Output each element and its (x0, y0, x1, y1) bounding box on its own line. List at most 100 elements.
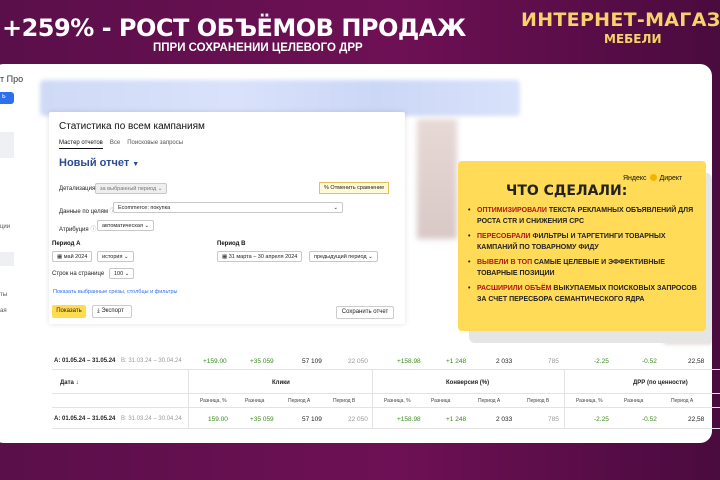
period-a-date-picker[interactable]: ▦ май 2024 (52, 251, 93, 262)
direct-label: Директ (659, 175, 683, 182)
summary-cell: +158.98 (397, 358, 421, 365)
row-cell: 785 (548, 416, 559, 423)
attribution-label-text: Атрибуция (59, 227, 89, 233)
goals-select[interactable]: Ecommerce: покупка ⌄ (113, 202, 343, 213)
cancel-compare-button[interactable]: % Отменить сравнение (319, 182, 390, 194)
yandex-direct-icon (649, 174, 657, 181)
row-cell: -0.52 (642, 416, 657, 423)
tab-all[interactable]: Все (110, 140, 120, 149)
callout-item: РАСШИРИЛИ ОБЪЁМ ВЫКУПАЕМЫХ ПОИСКОВЫХ ЗАП… (468, 283, 704, 305)
subheader-cell[interactable]: Разница (624, 398, 643, 404)
subheader-cell[interactable]: Период В (527, 398, 549, 404)
rows-per-page-value: 100 (114, 271, 124, 277)
goals-label-text: Данные по целям (59, 209, 108, 215)
sidebar-item-3[interactable]: ая (0, 308, 7, 314)
export-button[interactable]: ⤓ Экспорт (92, 305, 132, 318)
conversion-column-header[interactable]: Конверсия (%) (446, 380, 489, 386)
date-column-header[interactable]: Дата ↓ (60, 380, 79, 386)
blurred-banner (40, 80, 520, 116)
tab-report-master[interactable]: Мастер отчетов (59, 140, 103, 149)
subheader-cell[interactable]: Разница (431, 398, 450, 404)
export-label: Экспорт (101, 308, 124, 314)
row-cell: 2 033 (496, 416, 513, 423)
period-a-mode-select[interactable]: история ⌄ (97, 251, 134, 262)
header-subtitle-bold: ДРР (339, 42, 363, 54)
subheader-cell[interactable]: Период В (333, 398, 355, 404)
subheader-cell[interactable]: Разница, % (576, 398, 603, 404)
subheader-cell[interactable]: Период А (671, 398, 693, 404)
callout-item: ПЕРЕСОБРАЛИ ФИЛЬТРЫ И ТАРГЕТИНГИ ТОВАРНЫ… (468, 231, 704, 253)
rows-per-page-select[interactable]: 100 ⌄ (109, 268, 135, 279)
attribution-label: Атрибуция ⓘ (59, 224, 96, 233)
summary-cell: 22,58 (688, 358, 705, 365)
report-name: Новый отчет (59, 157, 130, 169)
yandex-direct-badge: Яндекс Директ (623, 174, 682, 182)
subheader-cell[interactable]: Период А (478, 398, 500, 404)
save-report-button[interactable]: Сохранить отчет (336, 306, 394, 319)
yandex-label: Яндекс (623, 175, 647, 182)
table-divider (52, 393, 720, 394)
clicks-column-header[interactable]: Клики (272, 380, 290, 386)
summary-cell: 2 033 (496, 358, 513, 365)
chevron-down-icon: ⌄ (333, 205, 338, 211)
tab-search-queries[interactable]: Поисковые запросы (127, 140, 183, 149)
row-cell: +1 248 (446, 416, 467, 423)
summary-cell: 57 109 (302, 358, 322, 365)
table-divider (52, 369, 720, 370)
summary-cell: -2.25 (594, 358, 609, 365)
stats-panel: Статистика по всем кампаниям Мастер отче… (49, 112, 405, 324)
period-b-label: Период В (217, 241, 246, 247)
sidebar-create-button[interactable]: ь (0, 92, 14, 104)
attribution-select[interactable]: автоматическая ⌄ (97, 220, 155, 231)
table-col-divider (564, 369, 565, 428)
summary-period-b: В: 31.03.24 – 30.04.24 (121, 358, 182, 364)
calendar-icon: ▦ (57, 254, 63, 260)
row-cell: -2.25 (594, 416, 609, 423)
panel-title: Статистика по всем кампаниям (59, 121, 205, 132)
summary-cell: -0.52 (642, 358, 657, 365)
row-period-b: В: 31.03.24 – 30.04.24 (121, 416, 182, 422)
chevron-down-icon: ▼ (132, 161, 140, 168)
detail-label: Детализация (59, 186, 96, 192)
header-title: +259% - РОСТ ОБЪЁМОВ ПРОДАЖ (2, 14, 466, 42)
goals-value: Ecommerce: покупка (118, 205, 171, 211)
sidebar-item-1[interactable]: ции (0, 224, 10, 230)
row-period-a: А: 01.05.24 – 31.05.24 (54, 416, 116, 422)
callout-item: ВЫВЕЛИ В ТОП САМЫЕ ЦЕЛЕВЫЕ И ЭФФЕКТИВНЫЕ… (468, 257, 704, 279)
table-divider (52, 428, 720, 429)
period-b-value: 31 марта – 30 апреля 2024 (228, 254, 298, 260)
period-b-mode: предыдущий период (314, 254, 367, 260)
subheader-cell[interactable]: Период А (288, 398, 310, 404)
summary-cell: 785 (548, 358, 559, 365)
sidebar-active-item[interactable] (0, 252, 14, 266)
period-a-mode: история (102, 254, 123, 260)
screenshot-card: т Про ь ции ты ая Статистика по всем кам… (0, 64, 712, 443)
show-button[interactable]: Показать (52, 305, 86, 318)
row-cell: +158.98 (397, 416, 421, 423)
summary-cell: +1 248 (446, 358, 467, 365)
results-callout: Яндекс Директ ЧТО СДЕЛАЛИ: ОПТИМИЗИРОВАЛ… (458, 161, 706, 331)
table-divider (52, 407, 720, 408)
goals-label: Данные по целям ⓘ (59, 206, 116, 215)
subheader-cell[interactable]: Разница (245, 398, 264, 404)
subheader-cell[interactable]: Разница, % (384, 398, 411, 404)
header-subtitle: ППРИ СОХРАНЕНИИ ЦЕЛЕВОГО ДРР (153, 42, 363, 54)
subheader-cell[interactable]: Разница, % (200, 398, 227, 404)
sort-icon: ↓ (75, 380, 79, 386)
calendar-icon: ▦ (222, 254, 228, 260)
cancel-compare-label: Отменить сравнение (330, 185, 385, 191)
detail-select[interactable]: за выбранный период ⌄ (95, 183, 168, 194)
header-subtitle-text: ППРИ СОХРАНЕНИИ ЦЕЛЕВОГО (153, 42, 336, 54)
row-cell: 22,58 (688, 416, 705, 423)
period-b-date-picker[interactable]: ▦ 31 марта – 30 апреля 2024 (217, 251, 303, 262)
callout-item-highlight: ОПТИМИЗИРОВАЛИ (477, 207, 547, 214)
callout-item-highlight: РАСШИРИЛИ ОБЪЁМ (477, 285, 552, 292)
callout-item-highlight: ПЕРЕСОБРАЛИ (477, 233, 531, 240)
show-filters-link[interactable]: Показать выбранные срезы, столбцы и филь… (53, 289, 177, 295)
callout-title: ЧТО СДЕЛАЛИ: (506, 183, 628, 199)
period-b-mode-select[interactable]: предыдущий период ⌄ (309, 251, 378, 262)
summary-cell: +35 059 (250, 358, 274, 365)
report-name-dropdown[interactable]: Новый отчет ▼ (59, 157, 139, 169)
drr-column-header[interactable]: ДРР (по ценности) (633, 380, 688, 386)
sidebar-item-2[interactable]: ты (0, 292, 7, 298)
